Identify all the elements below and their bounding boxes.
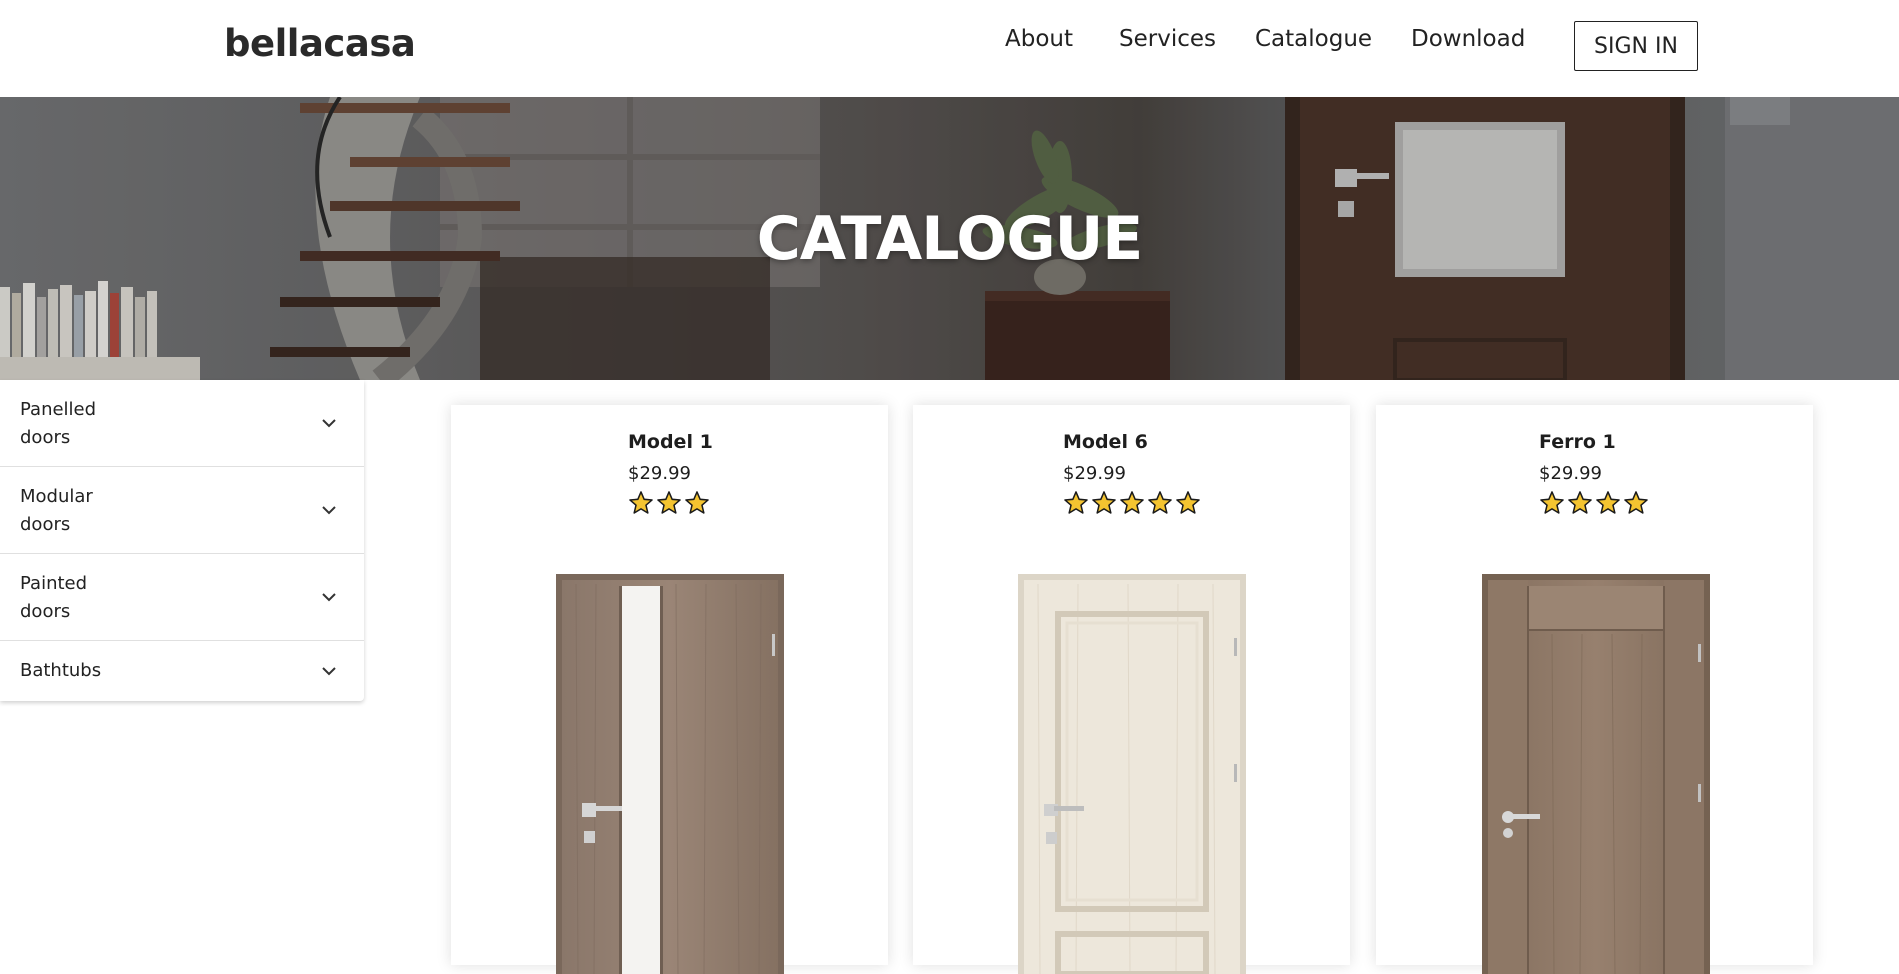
chevron-down-icon[interactable] (320, 414, 338, 432)
product-price: $29.99 (628, 463, 691, 484)
star-icon (1064, 491, 1088, 514)
category-modular-doors[interactable]: Modular doors (0, 467, 364, 554)
product-name[interactable]: Ferro 1 (1539, 431, 1616, 453)
product-price: $29.99 (1539, 463, 1602, 484)
star-icon (1568, 491, 1592, 514)
star-icon (657, 491, 681, 514)
product-card[interactable]: Model 6 $29.99 (913, 405, 1350, 974)
star-icon (629, 491, 653, 514)
category-panelled-doors[interactable]: Panelled doors (0, 380, 364, 467)
category-label-line1: Panelled (20, 399, 97, 420)
product-name[interactable]: Model 6 (1063, 431, 1148, 453)
category-bathtubs[interactable]: Bathtubs (0, 641, 364, 701)
page-title: CATALOGUE (756, 204, 1144, 274)
hero-banner: CATALOGUE (0, 97, 1899, 380)
product-card[interactable]: Model 1 $29.99 (451, 405, 888, 974)
category-label-line2: doors (20, 514, 71, 535)
sign-in-button[interactable]: SIGN IN (1574, 21, 1698, 71)
door-image (1018, 574, 1246, 974)
chevron-down-icon[interactable] (320, 588, 338, 606)
product-price: $29.99 (1063, 463, 1126, 484)
star-icon (685, 491, 709, 514)
star-icon (1120, 491, 1144, 514)
door-image (1482, 574, 1710, 974)
category-label: Modular doors (20, 483, 140, 539)
star-icon (1624, 491, 1648, 514)
nav-about[interactable]: About (1005, 26, 1073, 52)
nav-download[interactable]: Download (1411, 26, 1525, 52)
rating-stars (1539, 490, 1649, 516)
category-label-line1: Bathtubs (20, 660, 102, 681)
star-icon (1540, 491, 1564, 514)
door-image (556, 574, 784, 974)
category-painted-doors[interactable]: Painted doors (0, 554, 364, 641)
category-label-line2: doors (20, 601, 71, 622)
category-label: Bathtubs (20, 657, 140, 685)
top-header: bellacasa About Services Catalogue Downl… (0, 0, 1899, 97)
chevron-down-icon[interactable] (320, 501, 338, 519)
category-label: Painted doors (20, 570, 140, 626)
rating-stars (1063, 490, 1201, 516)
category-label-line1: Modular (20, 486, 93, 507)
star-icon (1176, 491, 1200, 514)
category-label-line1: Painted (20, 573, 88, 594)
category-sidebar: Panelled doors Modular doors Painted doo… (0, 380, 364, 701)
nav-catalogue[interactable]: Catalogue (1255, 26, 1372, 52)
rating-stars (628, 490, 710, 516)
chevron-down-icon[interactable] (320, 662, 338, 680)
star-icon (1148, 491, 1172, 514)
product-name[interactable]: Model 1 (628, 431, 713, 453)
product-card[interactable]: Ferro 1 $29.99 (1376, 405, 1813, 974)
star-icon (1092, 491, 1116, 514)
nav-services[interactable]: Services (1119, 26, 1216, 52)
star-icon (1596, 491, 1620, 514)
category-label-line2: doors (20, 427, 71, 448)
brand-logo[interactable]: bellacasa (224, 22, 416, 65)
category-label: Panelled doors (20, 396, 140, 452)
